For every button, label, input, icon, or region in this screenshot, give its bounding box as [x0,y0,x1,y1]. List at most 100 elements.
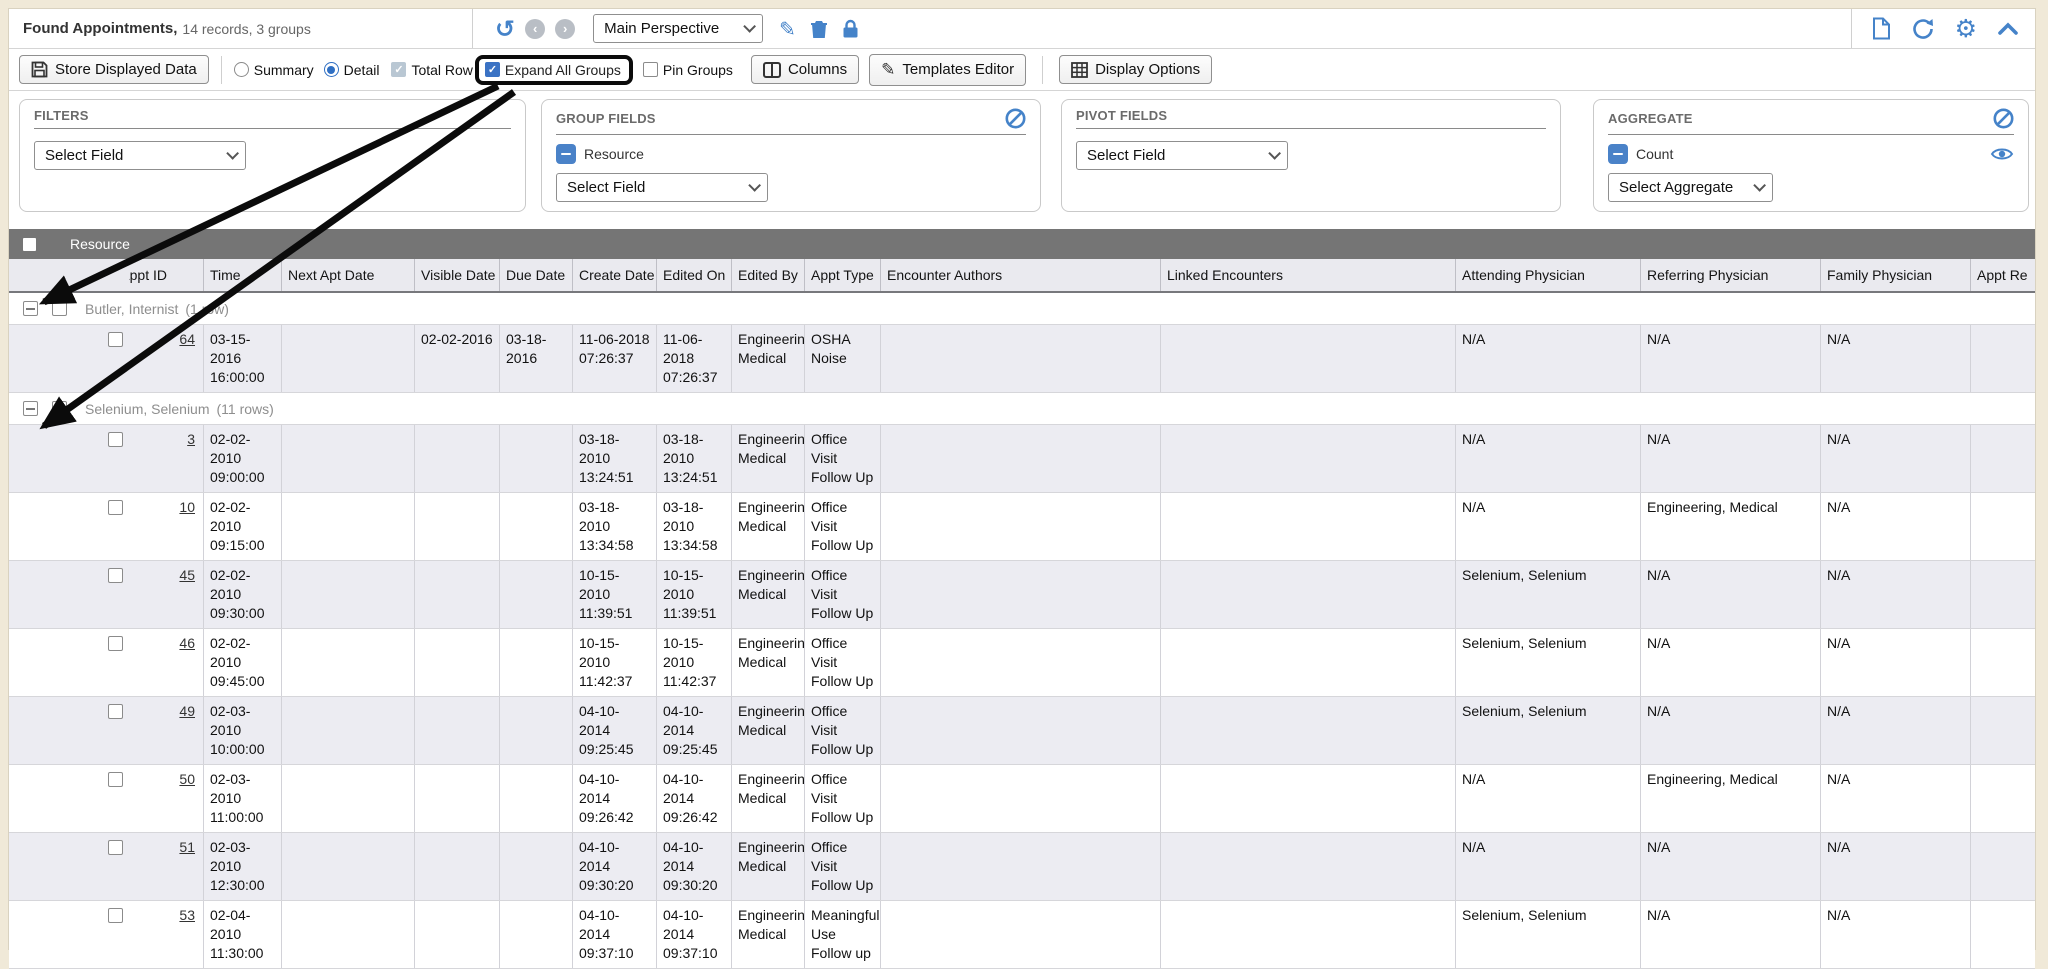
row-select-checkbox[interactable] [108,500,123,515]
summary-radio[interactable]: Summary [234,62,314,78]
appt-id-link[interactable]: 10 [135,498,195,517]
column-header-referring-physician[interactable]: Referring Physician [1641,259,1821,291]
cell-family-physician: N/A [1821,629,1971,696]
prev-perspective-icon[interactable]: ‹ [525,19,545,39]
columns-button[interactable]: Columns [751,55,859,84]
gear-icon[interactable]: ⚙ [1955,14,1977,43]
cell-attending-physician: Selenium, Selenium [1456,697,1641,764]
appt-id-link[interactable]: 46 [135,634,195,653]
collapse-panel-icon[interactable] [1997,22,2019,36]
toolbar: Store Displayed Data Summary Detail ✓ To… [9,49,2035,91]
appt-id-link[interactable]: 45 [135,566,195,585]
column-header-appt-re[interactable]: Appt Re [1971,259,2037,291]
clear-group-fields-icon[interactable] [1005,108,1026,129]
cell-family-physician: N/A [1821,561,1971,628]
column-header-next-apt-date[interactable]: Next Apt Date [282,259,415,291]
cell-appt-type: Office Visit Follow Up [805,833,881,900]
row-select-checkbox[interactable] [108,568,123,583]
column-header-family-physician[interactable]: Family Physician [1821,259,1971,291]
pivot-field-select[interactable]: Select Field [1076,141,1288,170]
row-select-checkbox[interactable] [108,432,123,447]
refresh-icon[interactable] [1911,18,1935,40]
column-header-edited-on[interactable]: Edited On [657,259,732,291]
display-options-button[interactable]: Display Options [1059,55,1212,84]
column-header-edited-by[interactable]: Edited By [732,259,805,291]
cell-appt-id: 46 [129,629,204,696]
store-displayed-data-button[interactable]: Store Displayed Data [19,55,209,84]
appt-id-link[interactable]: 49 [135,702,195,721]
cell-referring-physician: Engineering, Medical [1641,493,1821,560]
cell-linked-encounters [1161,629,1456,696]
chevron-down-icon [743,20,756,33]
templates-editor-button[interactable]: ✎ Templates Editor [869,54,1026,86]
group-field-bar: Resource [9,229,2035,259]
delete-perspective-icon[interactable] [810,19,828,39]
cell-create-date: 03-18-2010 13:24:51 [573,425,657,492]
cell-linked-encounters [1161,697,1456,764]
cell-edited-by: Engineering, Medical [732,697,805,764]
next-perspective-icon[interactable]: › [555,19,575,39]
cell-next-apt-date [282,325,415,392]
templates-editor-label: Templates Editor [902,61,1014,78]
row-select-cell [9,833,129,900]
column-header-appt-type[interactable]: Appt Type [805,259,881,291]
column-header-encounter-authors[interactable]: Encounter Authors [881,259,1161,291]
appt-id-link[interactable]: 50 [135,770,195,789]
edit-perspective-icon[interactable]: ✎ [779,17,796,41]
column-header-attending-physician[interactable]: Attending Physician [1456,259,1641,291]
column-header-time[interactable]: Time [204,259,282,291]
row-select-checkbox[interactable] [108,332,123,347]
appt-id-link[interactable]: 3 [135,430,195,449]
cell-family-physician: N/A [1821,697,1971,764]
collapse-group-toggle[interactable] [23,401,38,416]
cell-family-physician: N/A [1821,901,1971,968]
collapse-group-toggle[interactable] [23,301,38,316]
column-header-linked-encounters[interactable]: Linked Encounters [1161,259,1456,291]
pin-groups-checkbox[interactable]: Pin Groups [643,62,733,78]
appt-id-link[interactable]: 51 [135,838,195,857]
cell-edited-on: 10-15-2010 11:39:51 [657,561,732,628]
cell-edited-by: Engineering, Medical [732,629,805,696]
select-all-checkbox[interactable] [23,238,36,251]
filters-field-select[interactable]: Select Field [34,141,246,170]
perspective-select[interactable]: Main Perspective [593,14,763,43]
group-select-checkbox[interactable] [52,401,67,416]
cell-referring-physician: N/A [1641,561,1821,628]
row-select-checkbox[interactable] [108,908,123,923]
appt-id-link[interactable]: 64 [135,330,195,349]
row-select-checkbox[interactable] [108,772,123,787]
new-document-icon[interactable] [1872,17,1891,40]
cell-next-apt-date [282,901,415,968]
column-header-appt-id[interactable]: Appt ID [129,259,204,291]
row-select-checkbox[interactable] [108,704,123,719]
column-header-due-date[interactable]: Due Date [500,259,573,291]
total-row-checkbox[interactable]: ✓ Total Row [391,62,472,78]
row-select-checkbox[interactable] [108,636,123,651]
undo-icon[interactable]: ↺ [495,17,515,41]
appt-id-link[interactable]: 53 [135,906,195,925]
group-field-bar-label: Resource [70,236,130,252]
lock-perspective-icon[interactable] [842,19,859,39]
group-row: Butler, Internist (1 row) [9,293,2035,325]
column-header-create-date[interactable]: Create Date [573,259,657,291]
appointment-row: 6403-15-2016 16:00:0002-02-201603-18-201… [9,325,2035,393]
row-select-checkbox[interactable] [108,840,123,855]
column-header-visible-date[interactable]: Visible Date [415,259,500,291]
row-select-cell [9,765,129,832]
cell-attending-physician: Selenium, Selenium [1456,561,1641,628]
group-select-checkbox[interactable] [52,301,67,316]
row-select-cell [9,325,129,392]
page-title: Found Appointments, [23,20,177,37]
cell-due-date [500,493,573,560]
clear-aggregate-icon[interactable] [1993,108,2014,129]
remove-count-aggregate-icon[interactable] [1608,144,1628,164]
cell-due-date [500,629,573,696]
cell-edited-on: 04-10-2014 09:37:10 [657,901,732,968]
cell-appt-re [1971,325,2037,392]
eye-icon[interactable] [1990,146,2014,162]
remove-resource-group-icon[interactable] [556,144,576,164]
aggregate-select[interactable]: Select Aggregate [1608,173,1773,202]
detail-radio[interactable]: Detail [324,62,380,78]
expand-all-groups-checkbox[interactable]: ✓ Expand All Groups [475,55,633,85]
group-field-select[interactable]: Select Field [556,173,768,202]
